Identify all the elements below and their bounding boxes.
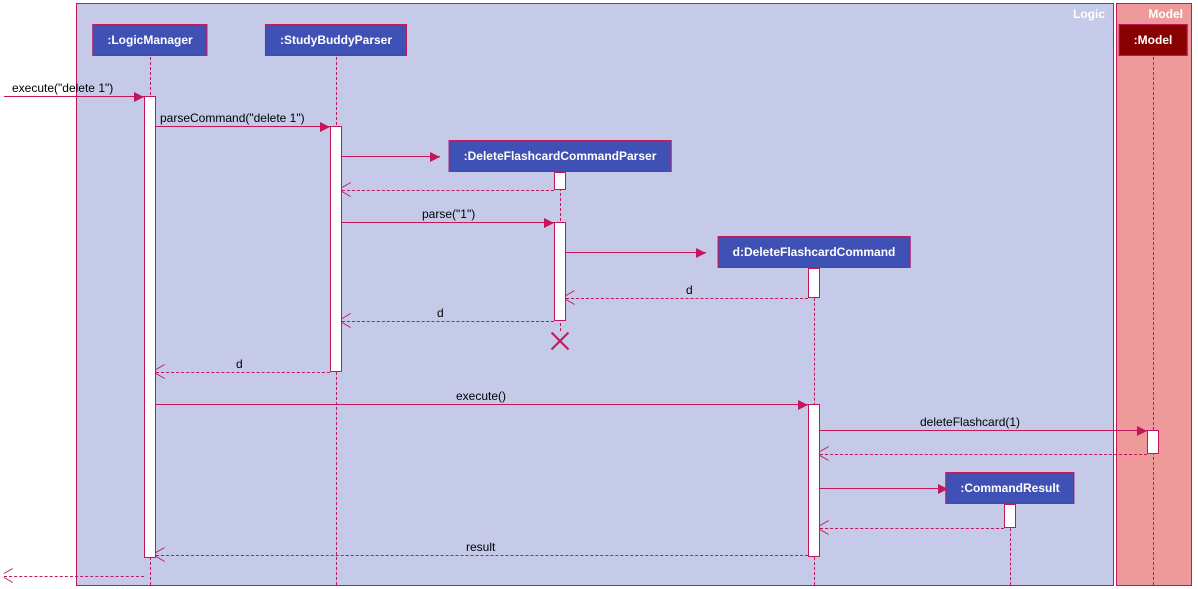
msg-return-d-1-label: d [686,283,693,297]
msg-deleteflashcard: deleteFlashcard(1) [820,430,1147,431]
activation-deleteparser-2 [554,222,566,321]
msg-result-label: result [466,540,495,554]
msg-execute-label: execute() [456,389,506,403]
msg-return-d-1: d [566,298,808,299]
package-model-label: Model [1148,7,1183,21]
head-studybuddyparser: :StudyBuddyParser [265,24,407,56]
msg-parsecommand: parseCommand("delete 1") [156,126,330,127]
msg-execute: execute() [156,404,808,405]
head-commandresult: :CommandResult [945,472,1074,504]
head-deleteflashcardcommandparser: :DeleteFlashcardCommandParser [449,140,672,172]
package-model: Model [1116,3,1192,586]
msg-parse-1-label: parse("1") [422,207,475,221]
lifeline-model [1153,57,1154,585]
destroy-deleteparser [550,331,570,351]
msg-result: result [156,555,808,556]
sequence-diagram: Logic Model :LogicManager :StudyBuddyPar… [0,0,1198,589]
msg-return-d-3: d [156,372,330,373]
msg-create-commandresult [820,488,948,489]
head-model: :Model [1119,24,1188,56]
activation-studybuddyparser [330,126,342,372]
msg-create-deleteparser [342,156,440,157]
package-logic-label: Logic [1073,7,1105,21]
activation-deletecmd-1 [808,268,820,298]
msg-deleteflashcard-return [820,454,1147,455]
msg-commandresult-return [820,528,1004,529]
head-deleteflashcardcommand: d:DeleteFlashcardCommand [718,236,911,268]
msg-execute-delete1: execute("delete 1") [4,96,144,97]
activation-logicmanager [144,96,156,558]
activation-commandresult [1004,504,1016,528]
msg-external-return [4,576,144,577]
head-logicmanager: :LogicManager [92,24,207,56]
msg-execute-delete1-label: execute("delete 1") [12,81,113,95]
msg-parsecommand-label: parseCommand("delete 1") [160,111,305,125]
msg-deleteflashcard-label: deleteFlashcard(1) [920,415,1020,429]
msg-create-deletecmd [566,252,706,253]
msg-create-deleteparser-return [342,190,554,191]
activation-deletecmd-2 [808,404,820,557]
msg-return-d-2-label: d [437,306,444,320]
msg-return-d-3-label: d [236,357,243,371]
activation-deleteparser-1 [554,172,566,190]
msg-return-d-2: d [342,321,554,322]
msg-parse-1: parse("1") [342,222,554,223]
activation-model [1147,430,1159,454]
